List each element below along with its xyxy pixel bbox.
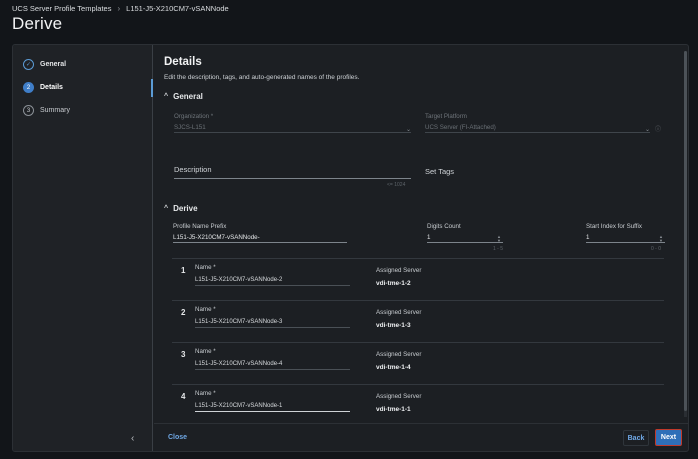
profile-name-prefix-input[interactable]: Profile Name Prefix L151-J5-X210CM7-vSAN… — [173, 223, 347, 243]
name-value: L151-J5-X210CM7-vSANNode-3 — [195, 319, 283, 325]
assigned-server-label: Assigned Server — [376, 267, 422, 274]
check-icon: ✓ — [23, 59, 34, 70]
breadcrumb: UCS Server Profile Templates › L151-J5-X… — [12, 4, 229, 13]
details-content: Details Edit the description, tags, and … — [154, 45, 688, 417]
row-number: 3 — [181, 350, 186, 359]
assigned-server-2: Assigned Server vdi-tme-1-3 — [376, 309, 421, 329]
page-header: UCS Server Profile Templates › L151-J5-X… — [0, 0, 698, 44]
content-scrollbar[interactable] — [684, 51, 687, 417]
general-heading: General — [173, 92, 203, 101]
assigned-server-label: Assigned Server — [376, 351, 422, 358]
organization-value: SJCS-L151 — [174, 124, 206, 131]
collapse-sidebar-icon[interactable]: ‹ — [131, 433, 134, 444]
target-platform-value: UCS Server (FI-Attached) — [425, 124, 496, 131]
derive-heading: Derive — [173, 204, 198, 213]
step-number: 2 — [23, 82, 34, 93]
back-button[interactable]: Back — [623, 430, 649, 446]
description-field[interactable]: Description — [174, 165, 411, 179]
step-label: Summary — [40, 107, 70, 114]
assigned-server-value: vdi-tme-1-4 — [376, 364, 411, 371]
wizard-panel: ✓ General 2 Details 3 Summary ‹ Details … — [12, 44, 689, 452]
target-platform-select[interactable]: Target Platform UCS Server (FI-Attached)… — [425, 113, 650, 133]
assigned-server-value: vdi-tme-1-1 — [376, 406, 411, 413]
step-details[interactable]: 2 Details — [23, 82, 63, 93]
digits-count-label: Digits Count — [427, 223, 461, 230]
start-index-value: 1 — [586, 234, 590, 241]
digits-count-hint: 1 - 5 — [493, 246, 504, 252]
description-counter: <= 1024 — [387, 182, 406, 188]
details-title: Details — [164, 56, 202, 68]
row-number: 1 — [181, 266, 186, 275]
assigned-server-1: Assigned Server vdi-tme-1-2 — [376, 267, 421, 287]
general-section-toggle[interactable]: ^ General — [164, 92, 203, 101]
step-number: 3 — [23, 105, 34, 116]
assigned-server-label: Assigned Server — [376, 309, 422, 316]
assigned-server-value: vdi-tme-1-3 — [376, 322, 411, 329]
name-label: Name * — [195, 306, 216, 313]
step-summary[interactable]: 3 Summary — [23, 105, 70, 116]
row-number: 2 — [181, 308, 186, 317]
description-label: Description — [174, 165, 212, 174]
digits-count-input[interactable]: Digits Count 1 ▲ ▼ — [427, 223, 503, 243]
row-divider — [172, 300, 664, 301]
page-title: Derive — [12, 14, 63, 33]
digits-count-value: 1 — [427, 234, 431, 241]
wizard-sidebar: ✓ General 2 Details 3 Summary ‹ — [13, 45, 153, 451]
breadcrumb-parent-link[interactable]: UCS Server Profile Templates — [12, 4, 111, 13]
breadcrumb-current: L151-J5-X210CM7-vSANNode — [126, 4, 229, 13]
profile-name-input-4[interactable]: Name * L151-J5-X210CM7-vSANNode-1 — [195, 390, 350, 412]
start-index-input[interactable]: Start Index for Suffix 1 ▲ ▼ — [586, 223, 665, 243]
name-value: L151-J5-X210CM7-vSANNode-1 — [195, 403, 283, 409]
prefix-label: Profile Name Prefix — [173, 223, 227, 230]
assigned-server-3: Assigned Server vdi-tme-1-4 — [376, 351, 421, 371]
row-divider — [172, 342, 664, 343]
breadcrumb-separator-icon: › — [117, 4, 121, 13]
info-icon: ⓘ — [655, 127, 662, 133]
name-value: L151-J5-X210CM7-vSANNode-4 — [195, 361, 283, 367]
wizard-footer: Close Back Next — [154, 423, 688, 451]
step-label: General — [40, 61, 67, 68]
derive-section-toggle[interactable]: ^ Derive — [164, 204, 198, 213]
row-divider — [172, 258, 664, 259]
chevron-up-icon: ^ — [164, 93, 169, 100]
profile-name-input-3[interactable]: Name * L151-J5-X210CM7-vSANNode-4 — [195, 348, 350, 370]
active-step-indicator — [151, 79, 153, 97]
close-button[interactable]: Close — [168, 434, 187, 441]
target-platform-label: Target Platform — [425, 113, 467, 120]
assigned-server-label: Assigned Server — [376, 393, 422, 400]
step-label: Details — [40, 84, 63, 91]
name-label: Name * — [195, 348, 216, 355]
row-divider — [172, 384, 664, 385]
start-index-hint: 0 - 0 — [651, 246, 662, 252]
set-tags-link[interactable]: Set Tags — [425, 167, 454, 176]
assigned-server-value: vdi-tme-1-2 — [376, 280, 411, 287]
name-value: L151-J5-X210CM7-vSANNode-2 — [195, 277, 283, 283]
details-description: Edit the description, tags, and auto-gen… — [164, 74, 360, 81]
prefix-value: L151-J5-X210CM7-vSANNode- — [173, 234, 260, 241]
chevron-up-icon: ^ — [164, 205, 169, 212]
organization-select[interactable]: Organization * SJCS-L151 ⌄ — [174, 113, 411, 133]
profile-name-input-2[interactable]: Name * L151-J5-X210CM7-vSANNode-3 — [195, 306, 350, 328]
step-general[interactable]: ✓ General — [23, 59, 66, 70]
scrollbar-thumb[interactable] — [684, 51, 687, 411]
profile-name-input-1[interactable]: Name * L151-J5-X210CM7-vSANNode-2 — [195, 264, 350, 286]
next-button[interactable]: Next — [655, 429, 682, 446]
name-label: Name * — [195, 264, 216, 271]
row-number: 4 — [181, 392, 186, 401]
start-index-label: Start Index for Suffix — [586, 223, 642, 230]
organization-label: Organization * — [174, 113, 214, 120]
assigned-server-4: Assigned Server vdi-tme-1-1 — [376, 393, 421, 413]
name-label: Name * — [195, 390, 216, 397]
